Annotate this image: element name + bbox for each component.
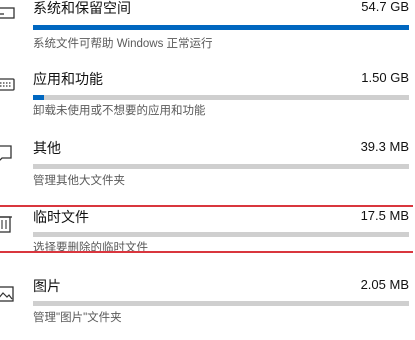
storage-category-system[interactable]: 系统和保留空间 54.7 GB 系统文件可帮助 Windows 正常运行 bbox=[0, 0, 415, 64]
usage-bar bbox=[33, 95, 409, 100]
category-size: 17.5 MB bbox=[360, 208, 409, 223]
storage-category-other[interactable]: 其他 39.3 MB 管理其他大文件夹 bbox=[0, 137, 415, 203]
category-title: 图片 bbox=[33, 278, 61, 294]
usage-bar-fill bbox=[33, 95, 45, 100]
storage-category-apps[interactable]: 应用和功能 1.50 GB 卸载未使用或不想要的应用和功能 bbox=[0, 66, 415, 132]
keyboard-apps-icon bbox=[0, 73, 16, 95]
category-description: 系统文件可帮助 Windows 正常运行 bbox=[33, 38, 213, 50]
category-title: 应用和功能 bbox=[33, 71, 103, 87]
trash-icon bbox=[0, 212, 16, 234]
hard-drive-icon bbox=[0, 2, 16, 24]
usage-bar bbox=[33, 25, 409, 30]
usage-bar bbox=[33, 301, 409, 306]
category-description: 选择要删除的临时文件 bbox=[33, 242, 148, 254]
storage-category-temporary-files[interactable]: 临时文件 17.5 MB 选择要删除的临时文件 bbox=[0, 204, 415, 270]
usage-bar bbox=[33, 232, 409, 237]
category-size: 39.3 MB bbox=[360, 139, 409, 154]
category-title: 系统和保留空间 bbox=[33, 0, 131, 16]
category-title: 临时文件 bbox=[33, 209, 89, 225]
category-size: 54.7 GB bbox=[361, 0, 409, 14]
category-size: 2.05 MB bbox=[360, 277, 409, 292]
other-files-icon bbox=[0, 142, 16, 164]
category-description: 卸载未使用或不想要的应用和功能 bbox=[33, 105, 206, 117]
category-description: 管理其他大文件夹 bbox=[33, 175, 125, 187]
usage-bar-fill bbox=[33, 25, 409, 30]
pictures-icon bbox=[0, 283, 16, 305]
storage-category-pictures[interactable]: 图片 2.05 MB 管理"图片"文件夹 bbox=[0, 274, 415, 340]
category-size: 1.50 GB bbox=[361, 70, 409, 85]
usage-bar bbox=[33, 164, 409, 169]
category-description: 管理"图片"文件夹 bbox=[33, 312, 122, 324]
category-title: 其他 bbox=[33, 140, 61, 156]
